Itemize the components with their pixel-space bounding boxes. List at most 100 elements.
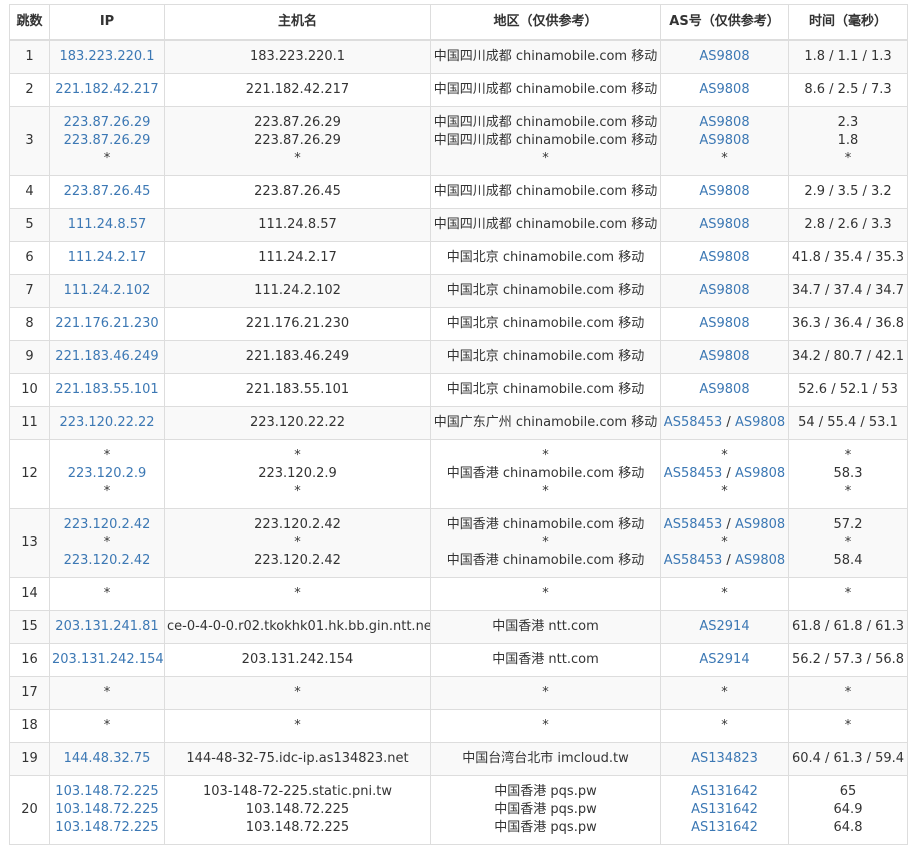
ip-link[interactable]: 221.183.46.249: [52, 348, 162, 366]
hostname: *: [294, 535, 301, 550]
as-link[interactable]: AS9808: [699, 217, 749, 232]
as-link[interactable]: AS131642: [691, 820, 758, 835]
as-link[interactable]: AS2914: [699, 619, 749, 634]
as-link[interactable]: AS58453: [664, 415, 723, 430]
hostname: *: [294, 484, 301, 499]
as-link[interactable]: AS9808: [735, 466, 785, 481]
hostname: 183.223.220.1: [249, 49, 346, 64]
traceroute-results: 跳数 IP 主机名 地区（仅供参考） AS号（仅供参考） 时间（毫秒） 1 183…: [9, 4, 908, 845]
latency-cell: 61.8 / 61.8 / 61.3: [788, 610, 908, 644]
as-link[interactable]: AS9808: [735, 517, 785, 532]
as-line: *: [663, 717, 786, 735]
hop-number: 2: [9, 73, 50, 107]
ip-link[interactable]: 144.48.32.75: [52, 750, 162, 768]
table-row: 19 144.48.32.75 144-48-32-75.idc-ip.as1348…: [9, 742, 908, 776]
ip-link[interactable]: 183.223.220.1: [52, 48, 162, 66]
ip-link[interactable]: 111.24.2.102: [52, 282, 162, 300]
as-link[interactable]: AS134823: [691, 751, 758, 766]
region-cell: 中国香港 chinamobile.com 移动 * 中国香港 chinamobile…: [430, 508, 661, 578]
as-link[interactable]: AS9808: [699, 184, 749, 199]
as-link[interactable]: AS9808: [699, 316, 749, 331]
as-link: *: [721, 151, 728, 166]
as-line: AS9808: [663, 81, 786, 99]
ip-link[interactable]: 103.148.72.225: [52, 819, 162, 837]
region: 中国香港 pqs.pw: [494, 820, 597, 835]
ip-link[interactable]: 103.148.72.225: [52, 801, 162, 819]
ip-link[interactable]: 223.87.26.29: [52, 132, 162, 150]
ip-link-cell: 203.131.242.154: [49, 643, 165, 677]
latency-cell: 54 / 55.4 / 53.1: [788, 406, 908, 440]
as-link[interactable]: AS9808: [699, 382, 749, 397]
latency: 36.3 / 36.4 / 36.8: [791, 316, 905, 331]
latency-cell: 57.2 * 58.4: [788, 508, 908, 578]
as-link: *: [721, 586, 728, 601]
ip-link-cell: 221.183.55.101: [49, 373, 165, 407]
as-link[interactable]: AS131642: [691, 784, 758, 799]
ip-link[interactable]: 223.87.26.29: [52, 114, 162, 132]
as-link[interactable]: AS58453: [664, 466, 723, 481]
ip-link[interactable]: 111.24.8.57: [52, 216, 162, 234]
ip-link[interactable]: 223.87.26.45: [52, 183, 162, 201]
as-link[interactable]: AS9808: [699, 250, 749, 265]
latency: *: [844, 151, 852, 166]
as-cell: AS9808 AS9808 *: [660, 106, 789, 176]
table-row: 13 223.120.2.42 * 223.120.2.42 223.120.2.42 *…: [9, 508, 908, 578]
ip-link: *: [103, 718, 111, 733]
ip-link[interactable]: 111.24.2.17: [52, 249, 162, 267]
ip-link-cell: 223.120.22.22: [49, 406, 165, 440]
hop-number: 4: [9, 175, 50, 209]
region: *: [542, 718, 549, 733]
hostname-cell: 221.176.21.230: [164, 307, 431, 341]
hostname-cell: 111.24.2.102: [164, 274, 431, 308]
table-row: 4 223.87.26.45 223.87.26.45 中国四川成都 chinamob…: [9, 175, 908, 209]
as-cell: AS9808: [660, 241, 789, 275]
as-link[interactable]: AS131642: [691, 802, 758, 817]
hostname: 223.120.2.42: [254, 553, 341, 568]
as-line: AS58453 / AS9808: [663, 414, 786, 432]
as-link[interactable]: AS9808: [699, 349, 749, 364]
as-link[interactable]: AS9808: [735, 553, 785, 568]
ip-link[interactable]: 203.131.242.154: [52, 651, 164, 669]
latency-cell: *: [788, 577, 908, 611]
as-link[interactable]: AS9808: [699, 283, 749, 298]
ip-link[interactable]: 223.120.2.9: [52, 465, 162, 483]
region-cell: *: [430, 676, 661, 710]
ip-link[interactable]: 223.120.22.22: [52, 414, 162, 432]
ip-link[interactable]: 203.131.241.81: [52, 618, 162, 636]
region: 中国北京 chinamobile.com 移动: [446, 349, 645, 364]
as-link[interactable]: AS2914: [699, 652, 749, 667]
ip-link[interactable]: 221.183.55.101: [52, 381, 162, 399]
ip-link[interactable]: 221.182.42.217: [52, 81, 162, 99]
ip-link[interactable]: 223.120.2.42: [52, 552, 162, 570]
as-link: *: [721, 535, 728, 550]
ip-link-cell: 223.87.26.45: [49, 175, 165, 209]
hostname-cell: *: [164, 709, 431, 743]
as-line: AS2914: [663, 651, 786, 669]
latency: 2.9 / 3.5 / 3.2: [804, 184, 892, 199]
as-link[interactable]: AS9808: [699, 49, 749, 64]
ip-link-cell: 183.223.220.1: [49, 39, 165, 74]
as-line: AS9808: [663, 114, 786, 132]
ip-link[interactable]: 221.176.21.230: [52, 315, 162, 333]
as-link[interactable]: AS9808: [699, 115, 749, 130]
region: 中国广东广州 chinamobile.com 移动: [433, 415, 658, 430]
hostname-cell: *: [164, 676, 431, 710]
as-link[interactable]: AS58453: [664, 517, 723, 532]
as-link[interactable]: AS9808: [735, 415, 785, 430]
as-link[interactable]: AS9808: [699, 82, 749, 97]
latency-cell: *: [788, 676, 908, 710]
ip-link: *: [103, 484, 111, 499]
hop-number: 9: [9, 340, 50, 374]
as-link[interactable]: AS58453: [664, 553, 723, 568]
region-cell: 中国北京 chinamobile.com 移动: [430, 307, 661, 341]
latency-cell: 34.7 / 37.4 / 34.7: [788, 274, 908, 308]
latency: *: [844, 448, 852, 463]
region: 中国四川成都 chinamobile.com 移动: [433, 49, 658, 64]
latency-cell: * 58.3 *: [788, 439, 908, 509]
table-row: 14 * * * * *: [9, 577, 908, 611]
ip-link[interactable]: 223.120.2.42: [52, 516, 162, 534]
table-row: 9 221.183.46.249 221.183.46.249 中国北京 chinam…: [9, 340, 908, 374]
hostname-cell: 203.131.242.154: [164, 643, 431, 677]
as-link[interactable]: AS9808: [699, 133, 749, 148]
ip-link[interactable]: 103.148.72.225: [52, 783, 162, 801]
